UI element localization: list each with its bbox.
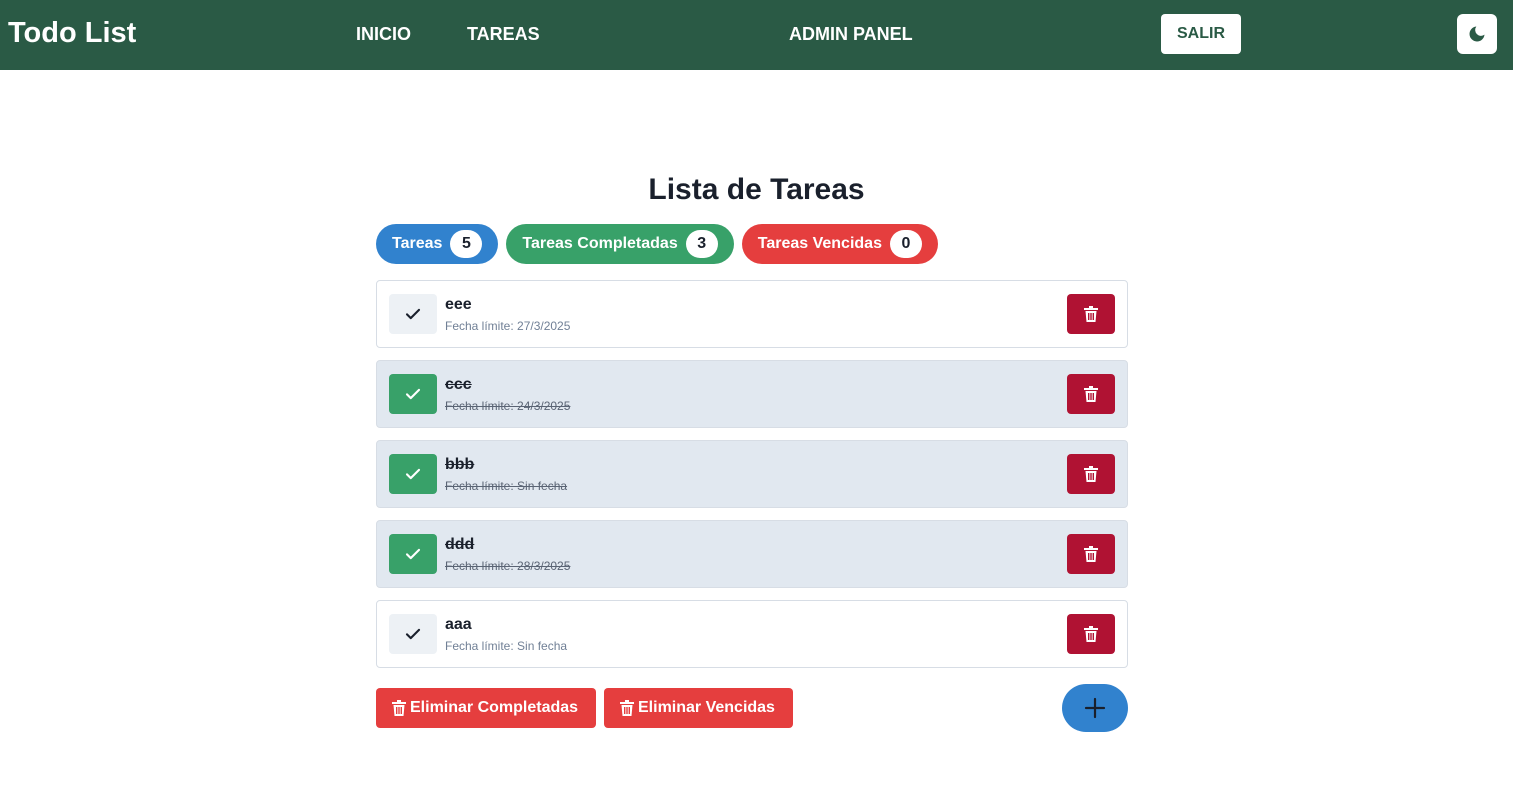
app-brand[interactable]: Todo List: [8, 15, 136, 51]
nav-link-tareas[interactable]: TAREAS: [467, 24, 540, 44]
delete-completed-button[interactable]: Eliminar Completadas: [376, 688, 596, 728]
task-due-date: Fecha límite: 28/3/2025: [445, 559, 571, 573]
complete-task-button[interactable]: [389, 294, 437, 334]
delete-task-button[interactable]: [1067, 614, 1115, 654]
task-name: bbb: [445, 456, 475, 473]
theme-toggle-button[interactable]: [1457, 14, 1497, 54]
counter-pill-overdue[interactable]: Tareas Vencidas 0: [741, 224, 938, 264]
delete-task-button[interactable]: [1067, 294, 1115, 334]
counter-label: Tareas Completadas: [522, 235, 678, 252]
trash-icon: [1084, 306, 1098, 322]
counter-badge: 0: [889, 230, 922, 258]
logout-button[interactable]: SALIR: [1161, 14, 1241, 54]
complete-task-button[interactable]: [389, 614, 437, 654]
task-name: aaa: [445, 616, 472, 633]
task-counters: Tareas 5 Tareas Completadas 3 Tareas Ven…: [376, 224, 938, 264]
counter-label: Tareas Vencidas: [757, 235, 882, 252]
task-due-date: Fecha límite: Sin fecha: [445, 639, 568, 653]
trash-icon: [1084, 386, 1098, 402]
check-icon: [405, 308, 421, 320]
task-name: eee: [445, 296, 472, 313]
complete-task-button[interactable]: [389, 454, 437, 494]
delete-task-button[interactable]: [1067, 454, 1115, 494]
trash-icon: [1084, 626, 1098, 642]
top-navbar: Todo List INICIO TAREAS ADMIN PANEL SALI…: [0, 0, 1513, 70]
add-task-button[interactable]: [1062, 684, 1128, 732]
task-name: ccc: [445, 376, 472, 393]
task-item: ddd Fecha límite: 28/3/2025: [376, 520, 1128, 588]
check-icon: [405, 388, 421, 400]
check-icon: [405, 468, 421, 480]
counter-badge: 3: [685, 230, 718, 258]
delete-completed-label: Eliminar Completadas: [410, 699, 579, 716]
task-item: eee Fecha límite: 27/3/2025: [376, 280, 1128, 348]
nav-link-inicio[interactable]: INICIO: [356, 24, 411, 44]
counter-label: Tareas: [392, 235, 443, 252]
trash-icon: [1084, 466, 1098, 482]
delete-task-button[interactable]: [1067, 534, 1115, 574]
check-icon: [405, 628, 421, 640]
check-icon: [405, 548, 421, 560]
task-due-date: Fecha límite: 27/3/2025: [445, 319, 571, 333]
counter-pill-total[interactable]: Tareas 5: [376, 224, 499, 264]
task-item: ccc Fecha límite: 24/3/2025: [376, 360, 1128, 428]
task-due-date: Fecha límite: Sin fecha: [445, 479, 568, 493]
task-item: bbb Fecha límite: Sin fecha: [376, 440, 1128, 508]
page-title: Lista de Tareas: [648, 173, 865, 206]
task-item: aaa Fecha límite: Sin fecha: [376, 600, 1128, 668]
delete-overdue-label: Eliminar Vencidas: [638, 699, 775, 716]
complete-task-button[interactable]: [389, 534, 437, 574]
task-due-date: Fecha límite: 24/3/2025: [445, 399, 571, 413]
task-name: ddd: [445, 536, 475, 553]
nav-link-admin-panel[interactable]: ADMIN PANEL: [789, 24, 913, 44]
trash-icon: [1084, 546, 1098, 562]
moon-icon: [1469, 26, 1485, 42]
task-list: eee Fecha límite: 27/3/2025 ccc Fecha lí…: [376, 280, 1128, 680]
trash-icon: [620, 700, 634, 716]
counter-badge: 5: [450, 230, 483, 258]
complete-task-button[interactable]: [389, 374, 437, 414]
trash-icon: [392, 700, 406, 716]
delete-overdue-button[interactable]: Eliminar Vencidas: [604, 688, 793, 728]
delete-task-button[interactable]: [1067, 374, 1115, 414]
plus-icon: [1084, 697, 1106, 719]
counter-pill-completed[interactable]: Tareas Completadas 3: [506, 224, 734, 264]
